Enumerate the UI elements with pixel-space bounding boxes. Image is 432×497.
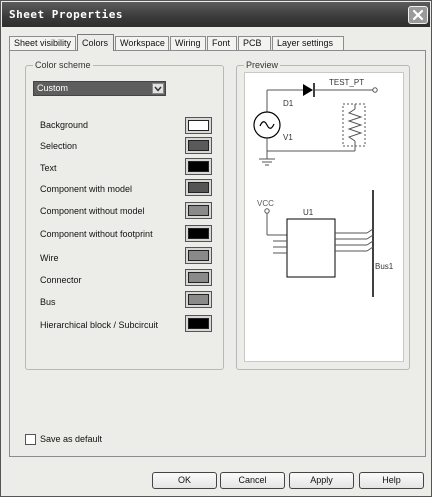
color-label-hierarchical-block: Hierarchical block / Subcircuit bbox=[40, 320, 159, 330]
swatch-fill bbox=[188, 182, 209, 193]
tab-workspace[interactable]: Workspace bbox=[115, 36, 169, 50]
color-swatch-wire[interactable] bbox=[185, 247, 212, 264]
close-icon bbox=[412, 9, 424, 21]
swatch-fill bbox=[188, 161, 209, 172]
save-as-default-label: Save as default bbox=[40, 434, 103, 444]
help-button[interactable]: Help bbox=[359, 472, 424, 489]
close-button[interactable] bbox=[408, 6, 428, 24]
color-scheme-value: Custom bbox=[37, 83, 69, 93]
color-swatch-connector[interactable] bbox=[185, 269, 212, 286]
sheet-properties-dialog: Sheet Properties Sheet visibility Colors… bbox=[0, 0, 432, 497]
tab-font[interactable]: Font bbox=[207, 36, 237, 50]
swatch-fill bbox=[188, 205, 209, 216]
color-swatch-component-without-footprint[interactable] bbox=[185, 225, 212, 242]
color-label-wire: Wire bbox=[40, 253, 59, 263]
label-bus1: Bus1 bbox=[375, 262, 394, 271]
label-d1: D1 bbox=[283, 99, 294, 108]
tab-wiring[interactable]: Wiring bbox=[170, 36, 206, 50]
dropdown-arrow[interactable] bbox=[152, 83, 164, 94]
color-label-bus: Bus bbox=[40, 297, 56, 307]
tab-colors[interactable]: Colors bbox=[77, 34, 114, 51]
swatch-fill bbox=[188, 140, 209, 151]
color-swatch-background[interactable] bbox=[185, 117, 212, 134]
preview-schematic: D1 TEST_PT V1 VCC U1 Bus1 bbox=[253, 78, 394, 297]
cancel-button[interactable]: Cancel bbox=[220, 472, 285, 489]
label-v1: V1 bbox=[283, 133, 293, 142]
preview-canvas: D1 TEST_PT V1 VCC U1 Bus1 bbox=[244, 72, 404, 362]
tab-pcb[interactable]: PCB bbox=[238, 36, 271, 50]
color-swatch-component-without-model[interactable] bbox=[185, 202, 212, 219]
window-title: Sheet Properties bbox=[9, 8, 123, 21]
color-scheme-legend: Color scheme bbox=[33, 60, 93, 70]
color-swatch-text[interactable] bbox=[185, 158, 212, 175]
color-label-text: Text bbox=[40, 163, 57, 173]
color-scheme-dropdown[interactable]: Custom bbox=[33, 81, 166, 96]
tab-sheet-visibility[interactable]: Sheet visibility bbox=[9, 36, 76, 50]
title-bar: Sheet Properties bbox=[2, 2, 430, 27]
label-u1: U1 bbox=[303, 208, 314, 217]
test-point-symbol bbox=[372, 87, 378, 93]
color-label-background: Background bbox=[40, 120, 89, 130]
color-swatch-selection[interactable] bbox=[185, 137, 212, 154]
color-label-component-without-model: Component without model bbox=[40, 206, 145, 216]
swatch-fill bbox=[188, 250, 209, 261]
swatch-fill bbox=[188, 318, 209, 329]
u1-block bbox=[286, 218, 336, 278]
color-label-selection: Selection bbox=[40, 141, 78, 151]
swatch-fill bbox=[188, 228, 209, 239]
apply-button[interactable]: Apply bbox=[289, 472, 354, 489]
diode-symbol bbox=[303, 84, 313, 96]
swatch-fill bbox=[188, 272, 209, 283]
label-vcc: VCC bbox=[257, 199, 274, 208]
chevron-down-icon bbox=[154, 86, 162, 92]
save-as-default-checkbox[interactable] bbox=[25, 434, 36, 445]
color-swatch-bus[interactable] bbox=[185, 291, 212, 308]
tab-layer-settings[interactable]: Layer settings bbox=[272, 36, 344, 50]
preview-legend: Preview bbox=[244, 60, 281, 70]
resistor-symbol bbox=[347, 108, 363, 142]
vcc-symbol bbox=[264, 208, 270, 214]
swatch-fill bbox=[188, 120, 209, 131]
color-label-connector: Connector bbox=[40, 275, 82, 285]
color-swatch-component-with-model[interactable] bbox=[185, 179, 212, 196]
ok-button[interactable]: OK bbox=[152, 472, 217, 489]
swatch-fill bbox=[188, 294, 209, 305]
color-label-component-without-footprint: Component without footprint bbox=[40, 229, 153, 239]
label-test-pt: TEST_PT bbox=[329, 78, 364, 87]
color-label-component-with-model: Component with model bbox=[40, 184, 133, 194]
color-swatch-hierarchical-block[interactable] bbox=[185, 315, 212, 332]
